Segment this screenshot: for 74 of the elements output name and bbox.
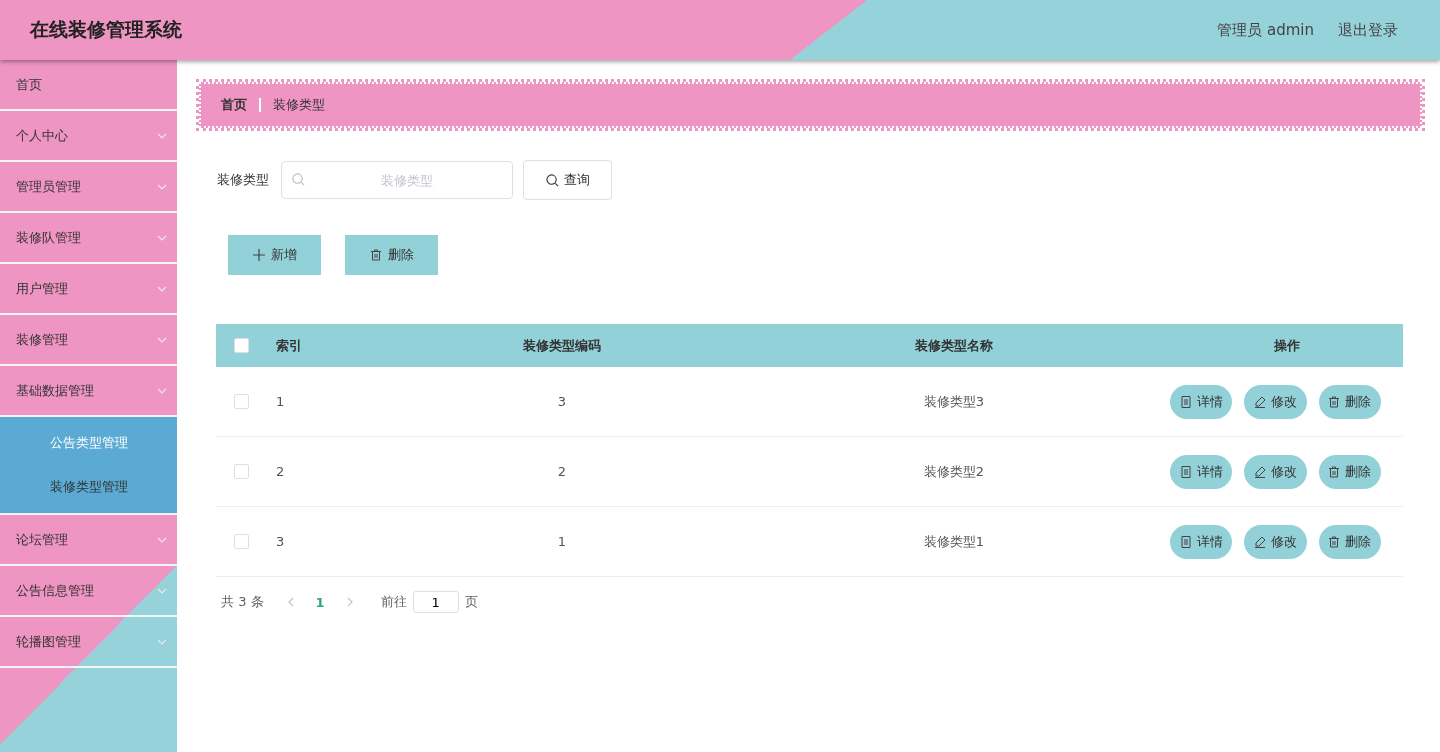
sidebar-item[interactable]: 管理员管理	[0, 162, 177, 213]
chevron-icon	[157, 387, 167, 394]
sidebar-item[interactable]: 用户管理	[0, 264, 177, 315]
detail-button[interactable]: 详情	[1170, 384, 1233, 419]
search-icon	[545, 173, 559, 187]
edit-button[interactable]: 修改	[1244, 524, 1307, 559]
table-cell: 装修类型1	[923, 533, 985, 549]
chevron-icon	[157, 234, 167, 241]
sidebar-item[interactable]: 装修管理	[0, 315, 177, 366]
detail-button[interactable]: 详情	[1170, 454, 1233, 489]
row-checkbox[interactable]	[233, 464, 249, 479]
next-page-icon[interactable]	[346, 597, 353, 607]
sidebar-item[interactable]: 首页	[0, 60, 177, 111]
document-icon	[1179, 465, 1192, 478]
submenu-item[interactable]: 装修类型管理	[0, 465, 177, 509]
total-count: 共 3 条	[221, 593, 264, 611]
chevron-icon	[157, 638, 167, 645]
delete-button[interactable]: 删除	[1318, 524, 1381, 559]
trash-icon	[1328, 535, 1341, 548]
add-button[interactable]: 新增	[231, 238, 318, 272]
trash-icon	[369, 249, 382, 261]
table-cell: 装修类型2	[923, 463, 985, 479]
pencil-icon	[1254, 535, 1266, 548]
column-header: 装修类型编码	[523, 337, 601, 353]
search-label: 装修类型	[217, 171, 269, 189]
search-icon	[292, 173, 305, 186]
sidebar-item[interactable]: 装修队管理	[0, 213, 177, 264]
breadcrumb-item[interactable]: 首页	[221, 96, 247, 114]
delete-button[interactable]: 删除	[1318, 454, 1381, 489]
chevron-icon	[157, 587, 167, 594]
table-cell: 1	[557, 534, 567, 549]
row-checkbox[interactable]	[233, 394, 249, 409]
delete-button[interactable]: 删除	[348, 238, 435, 272]
document-icon	[1179, 535, 1192, 548]
trash-icon	[1328, 395, 1341, 408]
delete-button[interactable]: 删除	[1318, 384, 1381, 419]
edit-button[interactable]: 修改	[1244, 454, 1307, 489]
search-field[interactable]: 装修类型	[281, 161, 513, 199]
user-label: 管理员 admin	[1217, 20, 1314, 40]
sidebar-item[interactable]: 轮播图管理	[0, 617, 177, 668]
trash-icon	[1328, 465, 1341, 478]
chevron-icon	[157, 183, 167, 190]
document-icon	[1179, 395, 1192, 408]
app-title: 在线装修管理系统	[30, 17, 182, 42]
chevron-icon	[157, 536, 167, 543]
edit-button[interactable]: 修改	[1244, 384, 1307, 419]
table-cell: 3	[276, 534, 285, 549]
column-header: 装修类型名称	[915, 337, 993, 353]
table-cell: 3	[557, 394, 567, 409]
table-cell: 2	[557, 464, 567, 479]
table-cell: 2	[276, 464, 285, 479]
search-button[interactable]: 查询	[523, 160, 612, 200]
goto-label: 前往	[380, 593, 407, 611]
chevron-icon	[157, 285, 167, 292]
sidebar-item[interactable]: 公告信息管理	[0, 566, 177, 617]
chevron-icon	[157, 336, 167, 343]
page-suffix: 页	[464, 593, 478, 611]
breadcrumb-item: 装修类型	[273, 96, 325, 114]
sidebar-item[interactable]: 论坛管理	[0, 515, 177, 566]
table-cell: 装修类型3	[923, 393, 985, 409]
column-header: 操作	[1273, 337, 1300, 353]
row-checkbox[interactable]	[233, 534, 249, 549]
table-cell: 1	[276, 394, 285, 409]
logout-link[interactable]: 退出登录	[1338, 20, 1398, 40]
detail-button[interactable]: 详情	[1170, 524, 1233, 559]
column-header: 索引	[276, 337, 302, 353]
pencil-icon	[1254, 465, 1266, 478]
previous-page-icon[interactable]	[287, 597, 294, 607]
plus-icon	[252, 249, 265, 261]
select-all-checkbox[interactable]	[233, 338, 249, 353]
pencil-icon	[1254, 395, 1266, 408]
page-input[interactable]: 1	[412, 591, 459, 613]
sidebar-item[interactable]: 个人中心	[0, 111, 177, 162]
chevron-icon	[157, 132, 167, 139]
